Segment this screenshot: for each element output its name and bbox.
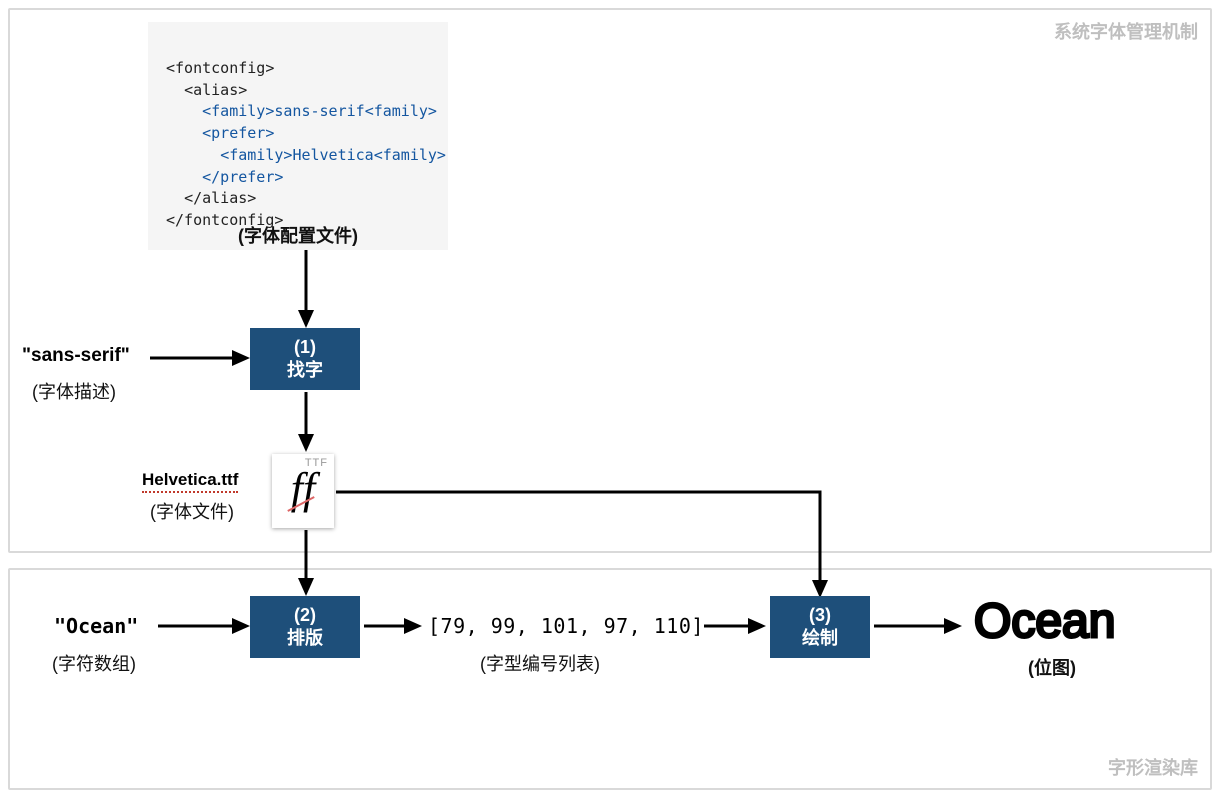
code-tag: </prefer> xyxy=(202,168,283,186)
ttf-file-icon: TTF ff xyxy=(272,454,334,528)
font-description-caption: (字体描述) xyxy=(32,378,116,404)
code-tag: <family> xyxy=(374,146,446,164)
step1-box: (1) 找字 xyxy=(250,328,360,390)
step2-num: (2) xyxy=(250,604,360,627)
output-caption: (位图) xyxy=(1028,654,1076,680)
step1-label: 找字 xyxy=(250,359,360,382)
code-text: Helvetica xyxy=(292,146,373,164)
fontfile-caption: (字体文件) xyxy=(150,498,234,524)
step3-box: (3) 绘制 xyxy=(770,596,870,658)
code-line: <fontconfig> xyxy=(166,59,274,77)
step2-label: 排版 xyxy=(250,627,360,650)
rendered-bitmap-output: Ocean xyxy=(974,594,1115,649)
glyph-list-caption: (字型编号列表) xyxy=(480,650,600,676)
chars-caption: (字符数组) xyxy=(52,650,136,676)
chars-value: "Ocean" xyxy=(54,614,138,638)
font-description-value: "sans-serif" xyxy=(22,345,130,367)
code-tag: <family> xyxy=(220,146,292,164)
step3-label: 绘制 xyxy=(770,627,870,650)
step2-box: (2) 排版 xyxy=(250,596,360,658)
code-line: <alias> xyxy=(184,81,247,99)
code-tag: <family> xyxy=(365,102,437,120)
glyph-id-list: [79, 99, 101, 97, 110] xyxy=(428,614,704,638)
step1-num: (1) xyxy=(250,336,360,359)
step3-num: (3) xyxy=(770,604,870,627)
fontconfig-code-block: <fontconfig> <alias> <family>sans-serif<… xyxy=(148,22,448,250)
region-bottom-label: 字形渲染库 xyxy=(1108,754,1198,780)
code-text: sans-serif xyxy=(274,102,364,120)
code-caption: (字体配置文件) xyxy=(218,222,378,248)
code-tag: <prefer> xyxy=(202,124,274,142)
fontfile-name: Helvetica.ttf xyxy=(142,470,238,493)
code-tag: <family> xyxy=(202,102,274,120)
ttf-glyph-preview: ff xyxy=(272,469,334,515)
code-line: </alias> xyxy=(184,189,256,207)
region-top-label: 系统字体管理机制 xyxy=(1054,18,1198,44)
